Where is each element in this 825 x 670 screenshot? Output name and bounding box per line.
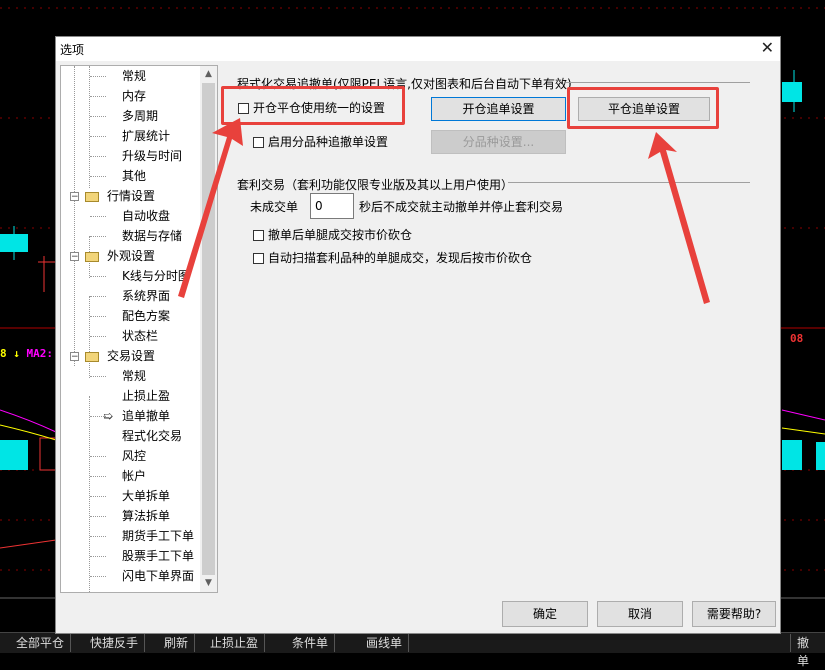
annotation-arrows	[178, 118, 710, 304]
